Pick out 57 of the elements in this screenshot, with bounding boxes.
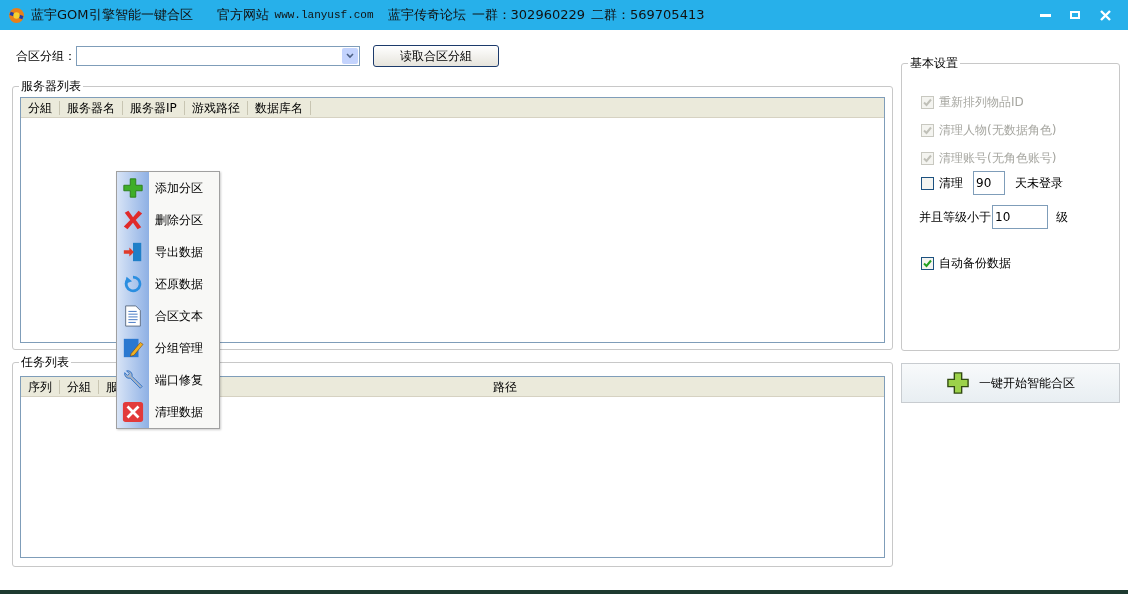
menu-item[interactable]: 导出数据 <box>117 236 219 268</box>
pencil-notebook-icon <box>122 337 144 359</box>
check-icon <box>923 97 932 107</box>
menu-item[interactable]: 端口修复 <box>117 364 219 396</box>
read-group-button[interactable]: 读取合区分組 <box>373 45 499 67</box>
option-label: 重新排列物品ID <box>939 94 1024 111</box>
number-field[interactable]: 10 <box>992 205 1048 229</box>
button-label: 一键开始智能合区 <box>978 375 1075 392</box>
document-icon <box>122 305 144 327</box>
menu-item[interactable]: 删除分区 <box>117 204 219 236</box>
group-title: 基本设置 <box>908 56 960 70</box>
option-suffix: 级 <box>1056 209 1068 226</box>
menu-item[interactable]: 添加分区 <box>117 172 219 204</box>
checkbox[interactable] <box>921 176 934 190</box>
option-label: 清理人物(无数据角色) <box>939 122 1057 139</box>
column-header[interactable]: 分組 <box>21 98 59 117</box>
forum-name: 蓝宇传奇论坛 <box>387 6 466 25</box>
group-dropdown[interactable] <box>76 46 360 66</box>
column-header[interactable]: 游戏路径 <box>184 98 247 117</box>
group-title: 服务器列表 <box>19 79 83 93</box>
option-suffix: 天未登录 <box>1015 175 1063 192</box>
start-merge-button[interactable]: 一键开始智能合区 <box>901 363 1120 403</box>
column-header[interactable]: 分組 <box>60 377 98 396</box>
check-icon <box>923 153 932 163</box>
app-logo-icon <box>8 6 25 24</box>
close-icon <box>122 401 144 423</box>
column-header[interactable]: 序列 <box>21 377 59 396</box>
group-number: 一群：302960229 <box>471 6 585 25</box>
website-label: 官方网站 <box>216 6 269 25</box>
option-label: 自动备份数据 <box>939 255 1011 272</box>
cross-icon <box>122 209 144 231</box>
rotate-arrow-icon <box>122 273 144 295</box>
close-icon <box>1099 9 1111 21</box>
menu-item[interactable]: 还原数据 <box>117 268 219 300</box>
column-header[interactable]: 服务器名 <box>60 98 122 117</box>
column-header[interactable]: 服务器IP <box>123 98 184 117</box>
menu-item[interactable]: 分组管理 <box>117 332 219 364</box>
plus-icon <box>122 177 144 199</box>
option-label: 清理账号(无角色账号) <box>939 150 1057 167</box>
check-icon <box>923 258 932 268</box>
check-icon <box>923 125 932 135</box>
wrench-icon <box>122 369 144 391</box>
field-label: 合区分组： <box>16 48 76 65</box>
column-header[interactable]: 数据库名 <box>247 98 310 117</box>
column-header[interactable]: 路径 <box>486 377 524 396</box>
menu-item[interactable]: 合区文本 <box>117 300 219 332</box>
number-field[interactable]: 90 <box>973 171 1005 195</box>
option-label: 清理 <box>939 175 963 192</box>
door-arrow-icon <box>122 241 144 263</box>
checkbox[interactable] <box>921 256 934 270</box>
option-label: 并且等级小于 <box>919 209 991 226</box>
menu-item[interactable]: 清理数据 <box>117 396 219 428</box>
plus-icon <box>946 372 969 394</box>
group-title: 任务列表 <box>19 355 71 369</box>
website-url: www.lanyusf.com <box>274 7 374 23</box>
group-number: 二群：569705413 <box>591 6 705 25</box>
window-title: 蓝宇GOM引擎智能一键合区 <box>31 6 193 25</box>
